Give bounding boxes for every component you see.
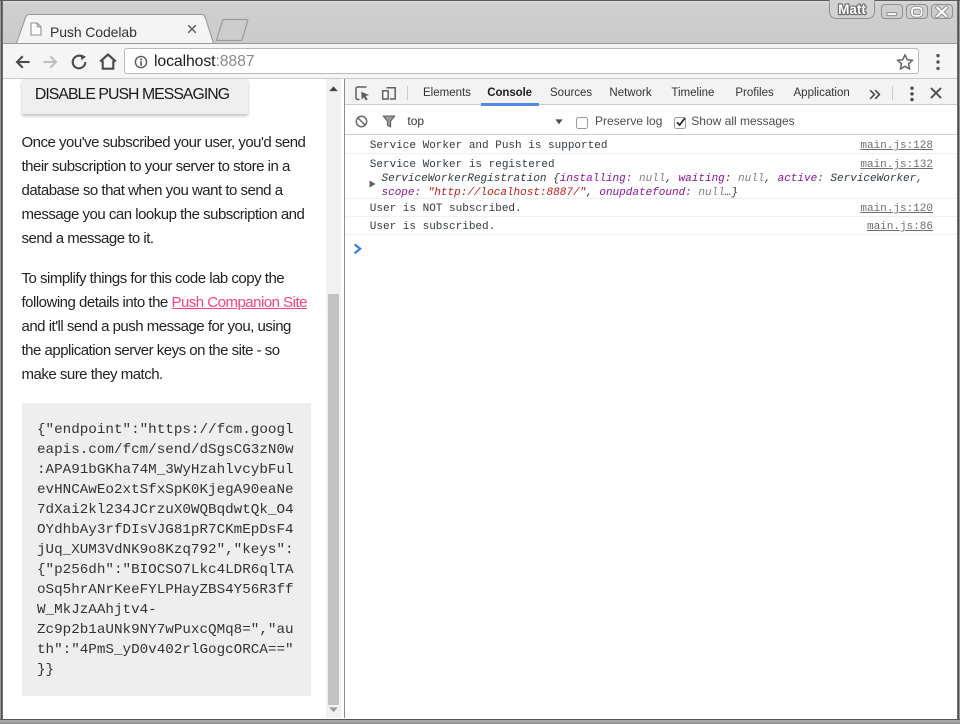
svg-text:Matt: Matt [838,2,866,17]
